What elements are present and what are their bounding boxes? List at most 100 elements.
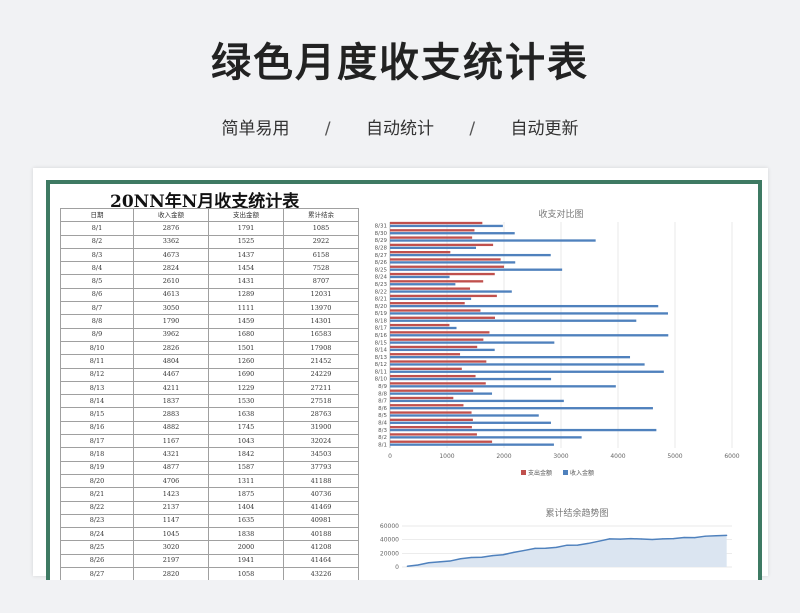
- bar: [390, 304, 659, 308]
- table-row: 8/18 4321 1842 34503: [60, 447, 359, 462]
- table-cell: 8/17: [60, 434, 134, 449]
- table-cell: 1842: [208, 447, 284, 462]
- table-cell: 3362: [133, 234, 209, 249]
- bar: [390, 243, 494, 247]
- bar: [390, 224, 503, 228]
- bar: [390, 331, 490, 334]
- table-row: 8/5 2610 1431 8707: [60, 274, 359, 289]
- bar: [390, 287, 471, 290]
- table-cell: 27211: [283, 380, 359, 396]
- table-cell: 1437: [208, 247, 284, 263]
- bar: [390, 338, 484, 341]
- table-row: 8/24 1045 1838 40188: [60, 527, 359, 542]
- x-tick-label: 1000: [439, 453, 454, 460]
- bar: [390, 309, 481, 312]
- y-tick-label: 8/16: [375, 333, 388, 339]
- tag-auto-update: 自动更新: [510, 119, 579, 139]
- bar: [390, 374, 476, 378]
- table-row: 8/8 1790 1459 14301: [60, 314, 359, 329]
- table-cell: 41188: [283, 473, 359, 489]
- table-cell: 40981: [283, 513, 359, 529]
- table-cell: 1501: [208, 340, 284, 356]
- table-cell: 34503: [283, 447, 359, 462]
- data-point: [502, 554, 504, 556]
- data-point: [619, 538, 621, 540]
- table-row: 8/10 2826 1501 17908: [60, 340, 359, 356]
- table-cell: 4804: [133, 354, 209, 369]
- y-tick-label: 8/14: [375, 348, 388, 354]
- table-cell: 37793: [283, 460, 359, 475]
- table-cell: 8/23: [60, 513, 134, 529]
- table-cell: 8/10: [60, 340, 134, 356]
- table-cell: 8/16: [60, 420, 134, 436]
- y-tick-label: 8/18: [375, 318, 388, 324]
- y-tick-label: 8/30: [375, 231, 388, 237]
- x-tick-label: 0: [388, 453, 392, 460]
- balance-trend-chart: 累计结余趋势图 0 20000 40000 60000: [380, 507, 732, 571]
- bar: [390, 246, 477, 249]
- table-row: 8/26 2197 1941 41464: [60, 553, 359, 569]
- data-point: [491, 555, 494, 557]
- table-cell: 4882: [133, 420, 209, 436]
- legend-swatch: [521, 470, 526, 475]
- table-row: 8/6 4613 1289 12031: [60, 287, 359, 303]
- table-cell: 2824: [133, 261, 209, 276]
- table-cell: 8/18: [60, 447, 134, 462]
- bar: [390, 229, 475, 232]
- table-cell: 1289: [208, 287, 284, 303]
- table-cell: 8/14: [60, 394, 134, 409]
- table-cell: 2883: [133, 407, 209, 422]
- table-cell: 27518: [283, 394, 359, 409]
- y-tick-label: 8/8: [378, 391, 387, 397]
- bar: [390, 251, 451, 254]
- table-cell: 43226: [283, 567, 359, 580]
- table-header: 日期 收入金额 支出金额 累计结余: [60, 207, 359, 223]
- y-tick-label: 0: [395, 564, 399, 571]
- header-cell: 支出金额: [208, 207, 284, 223]
- table-cell: 1311: [208, 473, 284, 489]
- y-tick-label: 8/21: [375, 297, 387, 303]
- data-point: [672, 538, 675, 540]
- data-point: [726, 534, 728, 536]
- table-cell: 8/7: [60, 301, 134, 316]
- table-row: 8/22 2137 1404 41469: [60, 500, 359, 515]
- table-cell: 8/13: [60, 380, 134, 396]
- table-cell: 6158: [283, 247, 359, 263]
- table-row: 8/21 1423 1875 40736: [60, 487, 359, 502]
- table-cell: 8/26: [60, 553, 134, 569]
- table-cell: 1043: [208, 434, 284, 449]
- data-point: [598, 540, 600, 542]
- bar: [390, 275, 450, 279]
- bar: [390, 297, 472, 301]
- bar: [390, 425, 472, 429]
- bar: [390, 389, 474, 392]
- data-point: [459, 558, 462, 560]
- bar: [390, 236, 473, 239]
- y-tick-label: 60000: [380, 523, 399, 530]
- table-cell: 14301: [283, 314, 359, 329]
- table-row: 8/16 4882 1745 31900: [60, 420, 359, 436]
- bar: [390, 345, 478, 349]
- table-cell: 2137: [133, 500, 209, 515]
- y-tick-label: 8/23: [375, 282, 388, 288]
- y-tick-label: 8/10: [375, 377, 388, 383]
- table-cell: 8/6: [60, 287, 134, 303]
- table-cell: 1058: [208, 567, 284, 580]
- bar: [390, 382, 486, 385]
- table-cell: 1147: [133, 513, 209, 529]
- table-cell: 8/11: [60, 354, 134, 369]
- table-cell: 3962: [133, 327, 209, 342]
- y-tick-label: 40000: [380, 537, 399, 544]
- table-cell: 8/15: [60, 407, 134, 422]
- table-cell: 41469: [283, 500, 359, 515]
- tag-auto-stat: 自动统计: [366, 119, 434, 139]
- data-point: [523, 549, 526, 552]
- bar: [390, 265, 504, 268]
- feature-tags: 简单易用 / 自动统计 / 自动更新: [0, 114, 800, 139]
- bar: [390, 239, 596, 242]
- table-row: 8/19 4877 1587 37793: [60, 460, 359, 475]
- data-point: [704, 535, 706, 537]
- y-tick-label: 8/27: [375, 253, 388, 259]
- bar: [390, 404, 464, 407]
- table-cell: 2197: [133, 553, 209, 569]
